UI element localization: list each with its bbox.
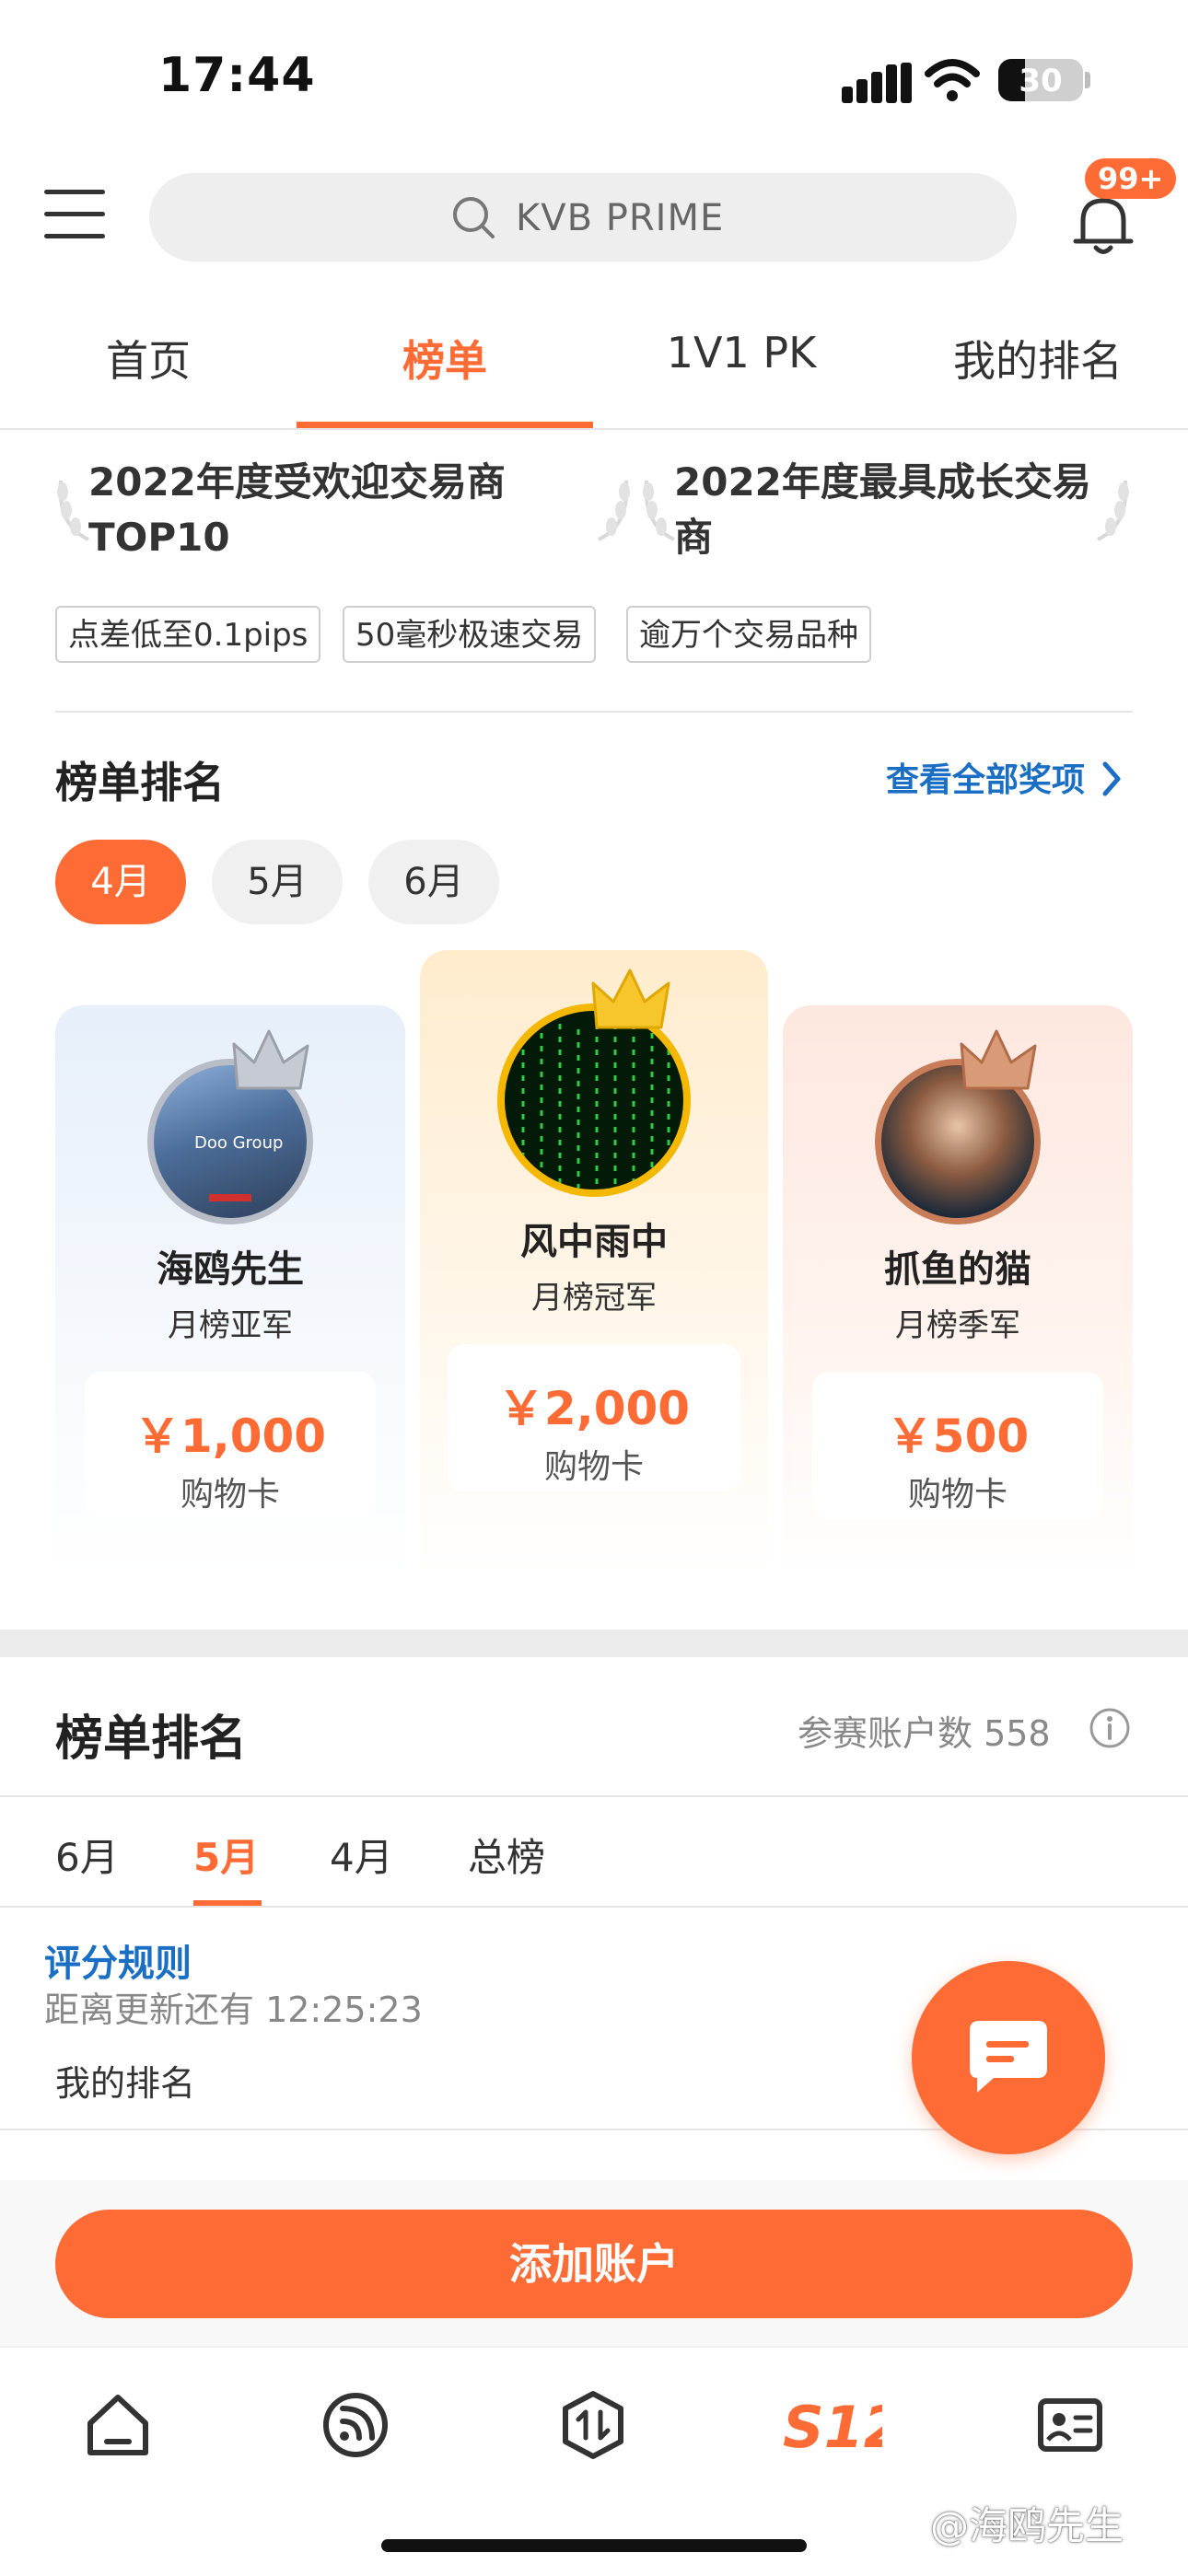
month-pill-april[interactable]: 4月 (55, 840, 186, 924)
avatar-caption: Doo Group (194, 1133, 284, 1153)
ranking-section-title: 榜单排名 (55, 758, 225, 807)
view-all-awards-link[interactable]: 查看全部奖项 (886, 753, 1085, 801)
award-2-line2: 商 (674, 515, 714, 560)
chat-icon (970, 2021, 1047, 2093)
second-title: 月榜亚军 (168, 1307, 293, 1344)
status-time: 17:44 (158, 48, 316, 103)
section-separator (0, 1630, 1188, 1657)
add-account-button[interactable]: 添加账户 (55, 2210, 1133, 2318)
prize-box-second: ￥1,000 购物卡 (85, 1372, 376, 1519)
bronze-crown-icon (960, 1029, 1037, 1090)
subtab-april[interactable]: 4月 (330, 1827, 393, 1883)
menu-icon[interactable] (44, 190, 105, 241)
search-bar[interactable]: KVB PRIME (149, 173, 1017, 261)
tab-home[interactable]: 首页 (0, 328, 297, 389)
divider (0, 1795, 1188, 1797)
divider (0, 428, 1188, 430)
chevron-right-icon[interactable] (1100, 760, 1124, 797)
silver-crown-icon (232, 1029, 309, 1090)
gold-crown-icon (591, 969, 670, 1029)
s12-label: S12 (783, 2394, 882, 2461)
month-pill-may[interactable]: 5月 (212, 840, 343, 924)
leaderboard-title: 榜单排名 (55, 1712, 248, 1767)
third-name: 抓鱼的猫 (884, 1248, 1031, 1291)
divider (0, 1906, 1188, 1908)
cellular-signal-icon (842, 63, 912, 103)
feature-tag: 50毫秒极速交易 (343, 606, 597, 663)
tab-active-indicator (297, 422, 593, 428)
second-name: 海鸥先生 (157, 1248, 304, 1291)
participant-count: 参赛账户数 558 (798, 1713, 1051, 1754)
prize-box-first: ￥2,000 购物卡 (448, 1344, 740, 1491)
feature-tag: 逾万个交易品种 (626, 606, 871, 663)
update-countdown: 距离更新还有 12:25:23 (44, 1990, 423, 2030)
divider (55, 711, 1133, 713)
subtab-overall[interactable]: 总榜 (468, 1827, 545, 1883)
s12-icon[interactable]: S12 (781, 2388, 882, 2462)
chat-fab-button[interactable] (912, 1961, 1105, 2154)
prize-label: 购物卡 (180, 1476, 280, 1514)
tab-leaderboard[interactable]: 榜单 (297, 328, 593, 389)
award-1-line1: 2022年度受欢迎交易商 (88, 459, 506, 505)
laurel-right-icon (598, 480, 630, 541)
search-placeholder: KVB PRIME (516, 197, 725, 239)
tab-my-ranking[interactable]: 我的排名 (890, 328, 1186, 389)
home-indicator[interactable] (381, 2539, 807, 2552)
award-2-line1: 2022年度最具成长交易 (674, 459, 1091, 505)
feature-tag: 点差低至0.1pips (55, 606, 321, 663)
award-1: 2022年度受欢迎交易商 TOP10 (88, 455, 604, 565)
home-icon[interactable] (81, 2388, 155, 2462)
prize-label: 购物卡 (543, 1448, 644, 1486)
first-title: 月榜冠军 (531, 1280, 657, 1317)
battery-level: 30 (1019, 63, 1063, 99)
third-title: 月榜季军 (895, 1307, 1020, 1344)
prize-amount: ￥2,000 (497, 1382, 691, 1435)
info-icon[interactable] (1089, 1707, 1131, 1749)
wifi-icon (925, 59, 980, 101)
profile-card-icon[interactable] (1033, 2388, 1107, 2462)
battery-cap (1085, 72, 1090, 88)
award-1-line2: TOP10 (88, 515, 230, 560)
subtab-june[interactable]: 6月 (55, 1827, 119, 1883)
feed-icon[interactable] (319, 2388, 392, 2462)
watermark: @海鸥先生 (930, 2503, 1124, 2548)
scoring-rules-link[interactable]: 评分规则 (44, 1933, 192, 1987)
my-rank-label: 我的排名 (55, 2063, 196, 2104)
award-2: 2022年度最具成长交易 商 (674, 455, 1107, 565)
first-name: 风中雨中 (520, 1221, 668, 1263)
laurel-right-icon (1097, 480, 1129, 541)
prize-amount: ￥500 (886, 1410, 1030, 1463)
prize-box-third: ￥500 购物卡 (812, 1372, 1103, 1519)
prize-label: 购物卡 (907, 1476, 1007, 1514)
notification-bell-icon[interactable] (1068, 190, 1138, 260)
battery-icon: 30 (998, 59, 1083, 101)
month-pill-june[interactable]: 6月 (368, 840, 499, 924)
notification-badge: 99+ (1085, 158, 1177, 199)
prize-amount: ￥1,000 (134, 1410, 327, 1463)
search-icon (453, 197, 495, 238)
tab-1v1-pk[interactable]: 1V1 PK (593, 328, 890, 377)
trade-icon[interactable] (556, 2388, 630, 2462)
subtab-may[interactable]: 5月 (193, 1827, 259, 1883)
